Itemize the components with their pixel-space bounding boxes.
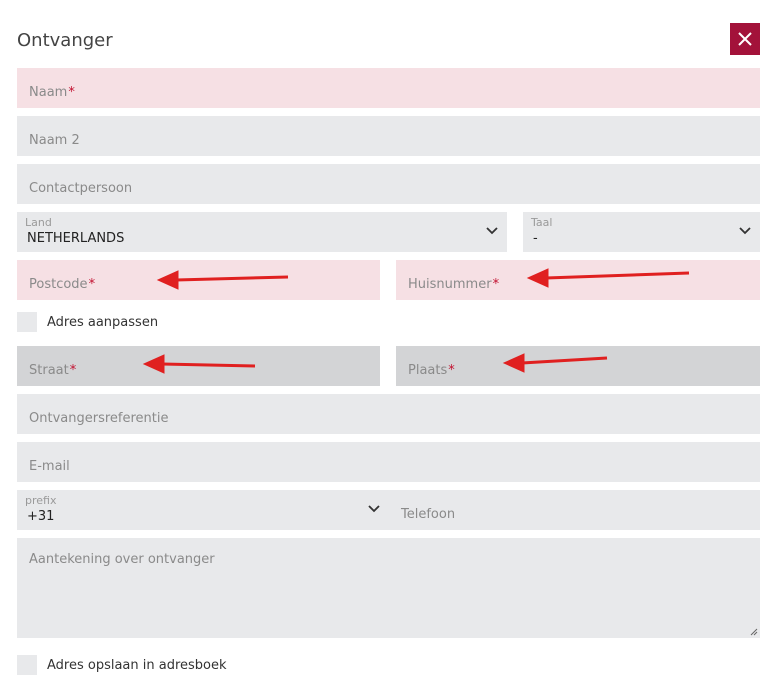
annotation-arrows (142, 268, 690, 374)
arrow-postcode (156, 270, 289, 290)
arrow-plaats (502, 353, 608, 373)
arrow-straat (142, 354, 256, 374)
arrow-huisnummer (526, 268, 690, 288)
